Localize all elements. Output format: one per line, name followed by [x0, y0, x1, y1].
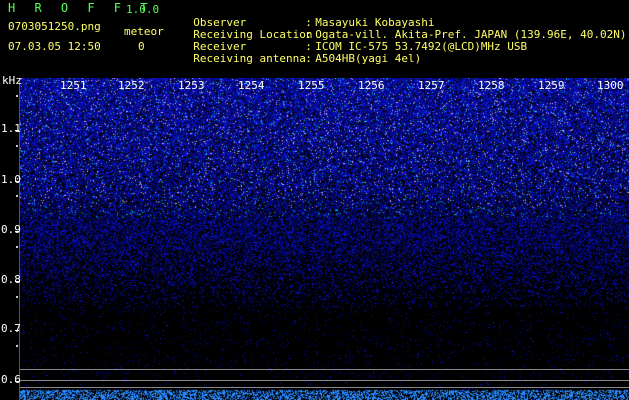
frequency-tick-label: 0.7	[1, 322, 21, 335]
reference-line	[20, 387, 629, 388]
frequency-tick-mark	[15, 281, 19, 282]
spectrogram	[20, 78, 629, 400]
frequency-tick-mark	[15, 130, 19, 131]
frequency-minor-tick	[16, 145, 18, 147]
time-tick-label: 1252	[118, 79, 145, 92]
meteor-count: 0	[138, 40, 145, 53]
time-tick-label: 1254	[238, 79, 265, 92]
time-tick-label: 1300	[597, 79, 624, 92]
time-tick-label: 1251	[60, 79, 87, 92]
frequency-unit-label: kHz	[2, 74, 22, 87]
time-tick-label: 1257	[418, 79, 445, 92]
frequency-tick-label: 1.1	[1, 122, 21, 135]
frequency-tick-label: 0.9	[1, 223, 21, 236]
time-tick-label: 1256	[358, 79, 385, 92]
frequency-tick-mark	[15, 181, 19, 182]
frequency-tick-mark	[15, 381, 19, 382]
frequency-minor-tick	[16, 246, 18, 248]
frequency-minor-tick	[16, 296, 18, 298]
time-tick-label: 1259	[538, 79, 565, 92]
info-antenna: Receiving antenna: A504HB(yagi 4el)	[180, 41, 421, 65]
file-datetime: 07.03.05 12:50	[8, 40, 101, 53]
info-key: Receiving antenna	[193, 52, 306, 65]
app-version: 1.0.0	[126, 3, 160, 16]
frequency-tick-mark	[15, 330, 19, 331]
reference-line	[20, 369, 629, 370]
time-tick-label: 1258	[478, 79, 505, 92]
frequency-tick-label: 0.8	[1, 273, 21, 286]
time-tick-label: 1253	[178, 79, 205, 92]
reference-line	[20, 380, 629, 381]
frequency-tick-mark	[15, 231, 19, 232]
frequency-tick-label: 1.0	[1, 173, 21, 186]
info-colon: :	[305, 52, 312, 65]
frequency-minor-tick	[16, 95, 18, 97]
time-tick-label: 1255	[298, 79, 325, 92]
file-name: 0703051250.png	[8, 20, 101, 33]
frequency-minor-tick	[16, 345, 18, 347]
meteor-label: meteor	[124, 25, 164, 38]
frequency-tick-label: 0.6	[1, 373, 21, 386]
frequency-minor-tick	[16, 195, 18, 197]
info-value: A504HB(yagi 4el)	[315, 52, 422, 65]
